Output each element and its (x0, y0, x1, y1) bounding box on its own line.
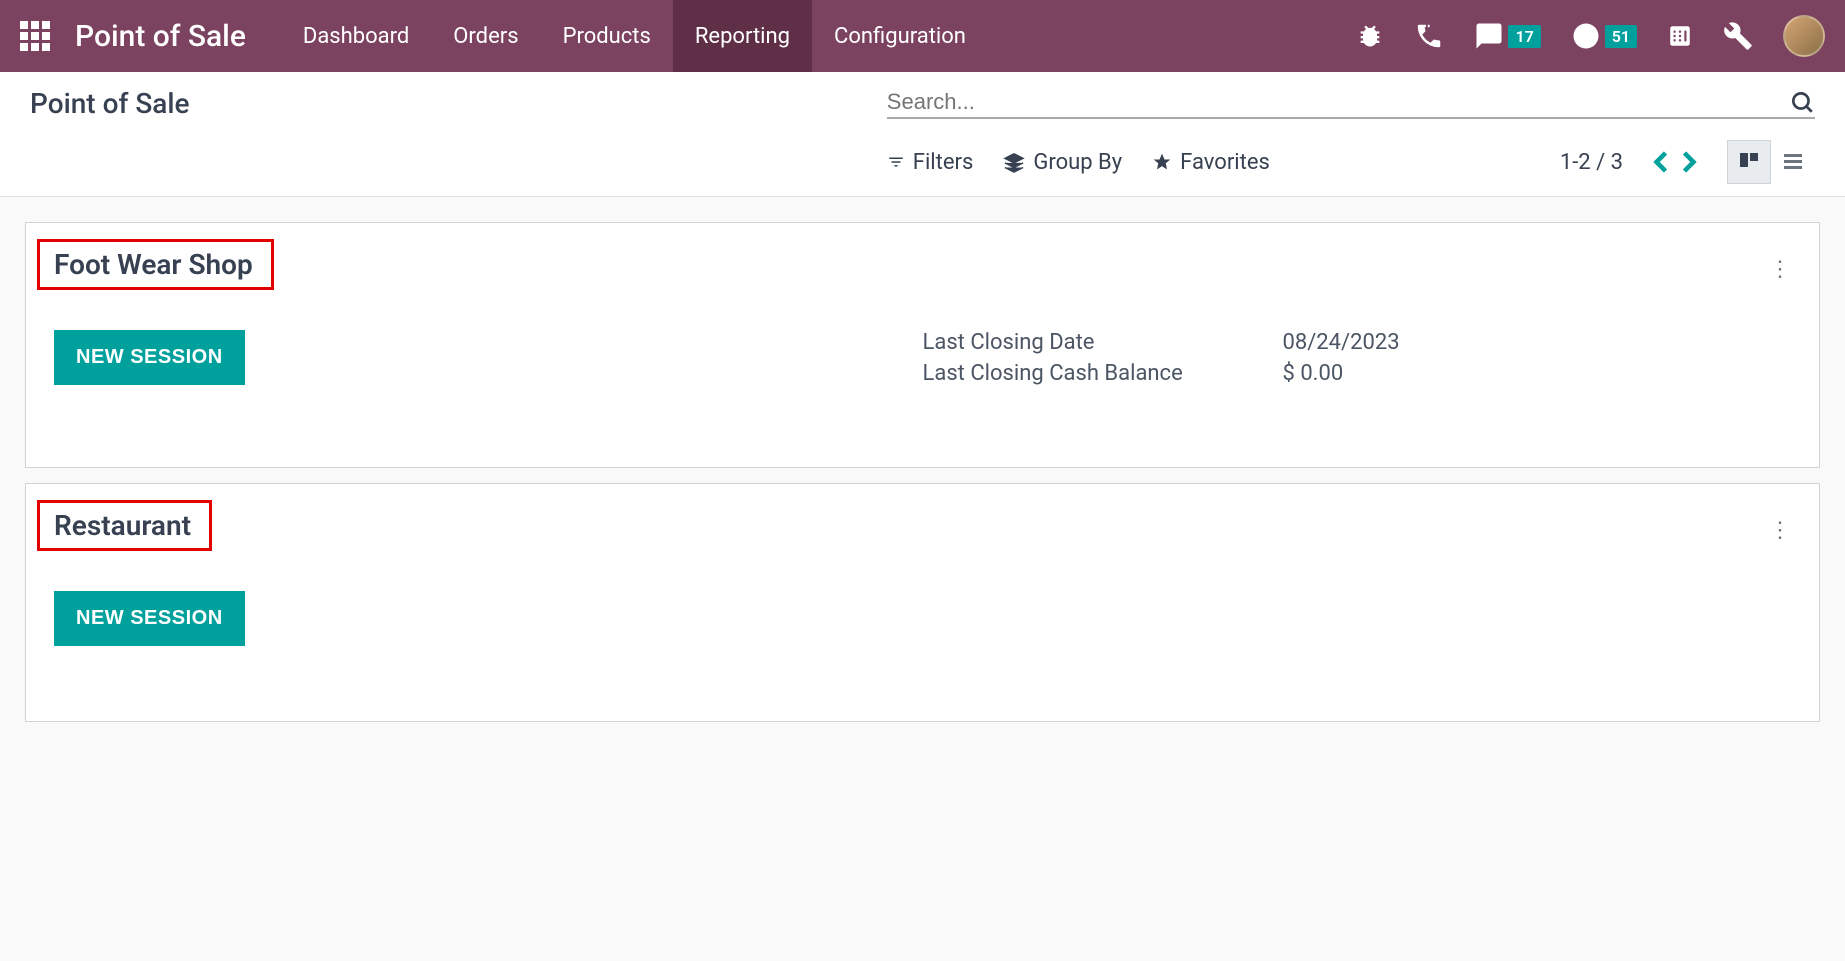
favorites-label: Favorites (1180, 150, 1270, 175)
info-label: Last Closing Date (923, 330, 1283, 355)
app-brand[interactable]: Point of Sale (75, 19, 246, 54)
groupby-label: Group By (1033, 150, 1122, 175)
search-bar (887, 89, 1815, 119)
user-avatar[interactable] (1783, 15, 1825, 57)
pos-card: Restaurant ⋮ NEW SESSION (25, 483, 1820, 722)
discuss-icon[interactable]: 17 (1474, 21, 1540, 51)
card-title[interactable]: Restaurant (37, 500, 212, 551)
list-view-button[interactable] (1771, 140, 1815, 184)
pager-text[interactable]: 1-2 / 3 (1560, 150, 1623, 175)
list-icon (1781, 150, 1805, 174)
pager-prev[interactable] (1653, 150, 1669, 174)
activities-badge: 51 (1605, 25, 1637, 48)
voip-icon[interactable] (1414, 21, 1444, 51)
pager-next[interactable] (1681, 150, 1697, 174)
star-icon (1152, 152, 1172, 172)
kanban-icon (1737, 150, 1761, 174)
nav-dashboard[interactable]: Dashboard (281, 0, 431, 72)
search-icon[interactable] (1789, 89, 1815, 115)
info-value: 08/24/2023 (1283, 330, 1400, 355)
pos-card: Foot Wear Shop ⋮ NEW SESSION Last Closin… (25, 222, 1820, 468)
main-menu: Dashboard Orders Products Reporting Conf… (281, 0, 988, 72)
info-value: $ 0.00 (1283, 361, 1344, 386)
view-switcher (1727, 140, 1815, 184)
top-navbar: Point of Sale Dashboard Orders Products … (0, 0, 1845, 72)
pager-nav (1653, 150, 1697, 174)
nav-configuration[interactable]: Configuration (812, 0, 988, 72)
filter-icon (887, 153, 905, 171)
kanban-view-button[interactable] (1727, 140, 1771, 184)
more-menu-icon[interactable]: ⋮ (1769, 257, 1791, 282)
nav-reporting[interactable]: Reporting (673, 0, 812, 72)
systray: 17 51 (1356, 0, 1825, 72)
search-input[interactable] (887, 89, 1789, 115)
discuss-badge: 17 (1508, 25, 1540, 48)
card-title[interactable]: Foot Wear Shop (37, 239, 274, 290)
nav-orders[interactable]: Orders (431, 0, 540, 72)
debug-icon[interactable] (1356, 22, 1384, 50)
tools-icon[interactable] (1723, 21, 1753, 51)
filters-button[interactable]: Filters (887, 150, 974, 175)
new-session-button[interactable]: NEW SESSION (54, 591, 245, 646)
info-label: Last Closing Cash Balance (923, 361, 1283, 386)
apps-icon[interactable] (20, 21, 50, 51)
layers-icon (1003, 151, 1025, 173)
groupby-button[interactable]: Group By (1003, 150, 1122, 175)
activities-icon[interactable]: 51 (1571, 21, 1637, 51)
breadcrumb: Point of Sale (30, 87, 887, 120)
kanban-content: Foot Wear Shop ⋮ NEW SESSION Last Closin… (0, 197, 1845, 762)
control-panel: Point of Sale Filters Group By Favorites (0, 72, 1845, 197)
calculator-icon[interactable] (1667, 23, 1693, 49)
info-row: Last Closing Date 08/24/2023 (923, 330, 1792, 355)
nav-products[interactable]: Products (541, 0, 673, 72)
more-menu-icon[interactable]: ⋮ (1769, 518, 1791, 543)
filters-label: Filters (913, 150, 974, 175)
favorites-button[interactable]: Favorites (1152, 150, 1270, 175)
new-session-button[interactable]: NEW SESSION (54, 330, 245, 385)
info-row: Last Closing Cash Balance $ 0.00 (923, 361, 1792, 386)
